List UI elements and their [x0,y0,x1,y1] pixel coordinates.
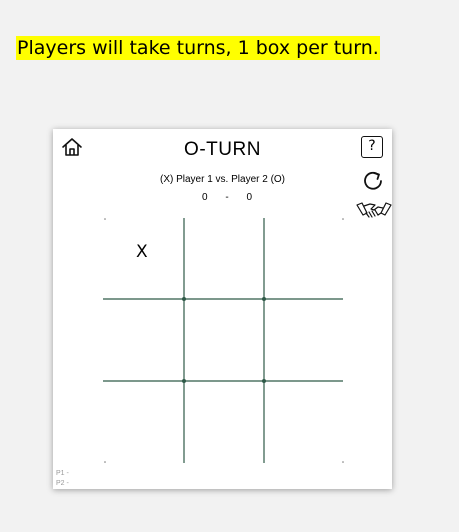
board-cell-2-2[interactable] [264,381,345,465]
game-card: O-TURN (X) Player 1 vs. Player 2 (O) 0 -… [53,129,392,489]
restart-icon [364,171,382,190]
instruction-caption-wrap: Players will take turns, 1 box per turn. [16,36,380,60]
offer-draw-button[interactable] [356,199,392,223]
restart-button[interactable] [361,169,385,193]
board-cell-0-1[interactable] [184,215,264,299]
player1-label: P1 - [56,470,69,477]
score-player2: 0 [246,192,252,203]
board-cell-1-0[interactable] [103,299,184,381]
board-cell-2-1[interactable] [184,381,264,465]
player2-label: P2 - [56,480,69,487]
board-cell-0-0[interactable]: X [103,215,184,299]
handshake-icon [356,202,392,218]
help-icon: ? [368,138,376,154]
instruction-caption: Players will take turns, 1 box per turn. [16,36,380,60]
board-cell-1-2[interactable] [264,299,345,381]
cell-mark: X [136,242,148,262]
matchup-text: (X) Player 1 vs. Player 2 (O) [159,174,286,185]
score-player1: 0 [202,192,208,203]
board-cell-1-1[interactable] [184,299,264,381]
board-cell-2-0[interactable] [103,381,184,465]
score-display: 0 - 0 [202,192,252,203]
game-board: X [103,215,345,465]
score-separator: - [225,192,229,203]
board-cell-0-2[interactable] [264,215,345,299]
player-list: P1 - P2 - [56,469,69,489]
help-button[interactable]: ? [361,136,383,158]
game-title: O-TURN [184,139,261,160]
